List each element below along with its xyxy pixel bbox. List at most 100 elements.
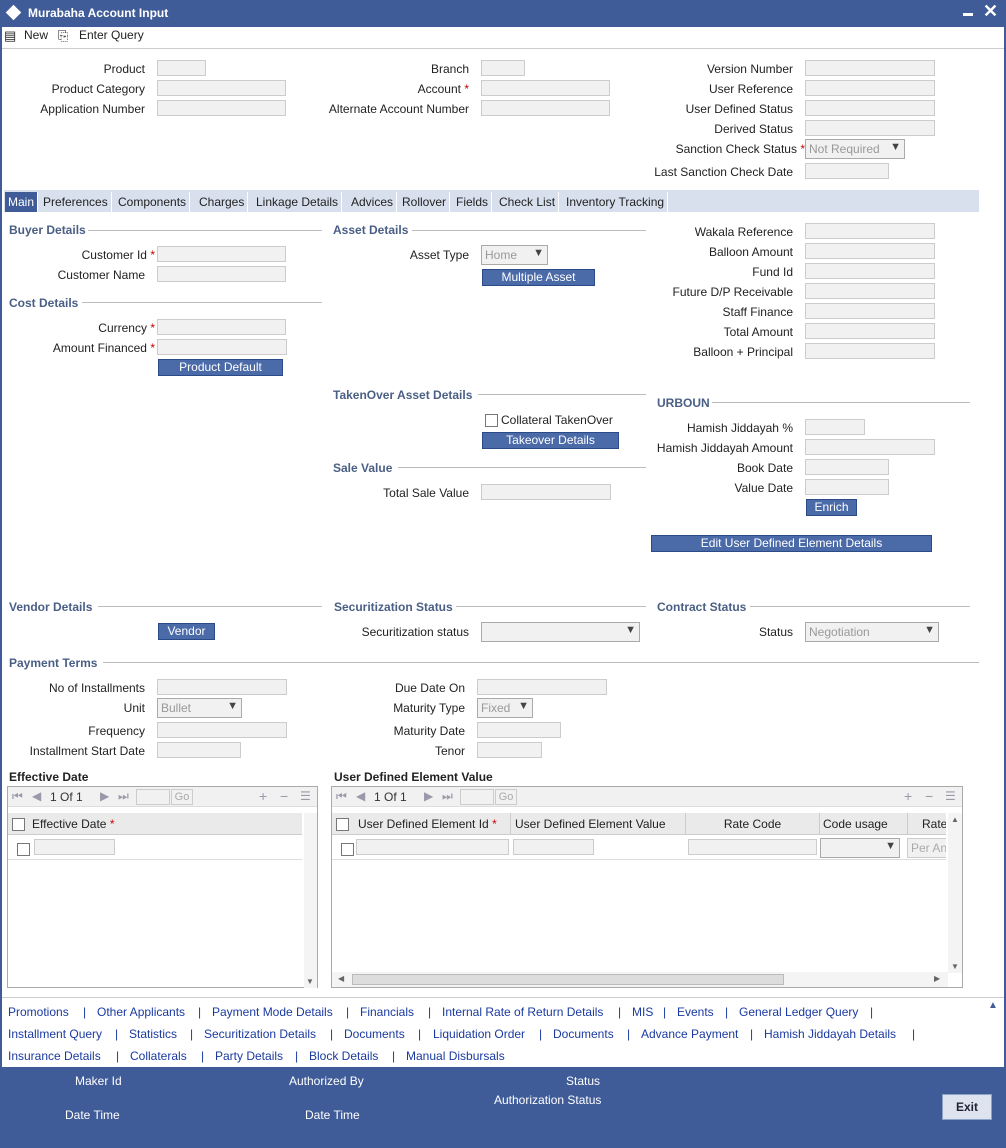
link-party-details[interactable]: Party Details [215,1049,283,1063]
frequency-input[interactable] [157,722,287,738]
next-page-icon[interactable]: ▶ [424,789,433,803]
customer-id-input[interactable] [157,246,286,262]
enter-query-icon[interactable]: ⎘ [58,28,68,44]
go-button[interactable]: Go [171,789,193,805]
link-insurance-details[interactable]: Insurance Details [8,1049,101,1063]
next-page-icon[interactable]: ▶ [100,789,109,803]
unit-select[interactable]: Bullet ▼ [157,698,242,718]
view-list-icon[interactable]: ☰ [300,789,311,803]
close-icon[interactable]: ✕ [983,1,998,21]
enrich-button[interactable]: Enrich [806,499,857,516]
maturity-date-input[interactable] [477,722,561,738]
link-irr-details[interactable]: Internal Rate of Return Details [442,1005,603,1019]
tab-rollover[interactable]: Rollover [399,192,451,212]
new-icon[interactable]: ▤ [4,28,16,44]
total-sale-value-input[interactable] [481,484,611,500]
customer-name-input[interactable] [157,266,286,282]
edit-udf-button[interactable]: Edit User Defined Element Details [651,535,932,552]
link-collaterals[interactable]: Collaterals [130,1049,187,1063]
select-all-checkbox[interactable] [336,818,349,831]
tab-check-list[interactable]: Check List [496,192,560,212]
multiple-asset-button[interactable]: Multiple Asset [482,269,595,286]
link-promotions[interactable]: Promotions [8,1005,69,1019]
asset-type-select[interactable]: Home ▼ [481,245,548,265]
currency-input[interactable] [157,319,286,335]
application-number-input[interactable] [157,100,286,116]
ude-value-cell-input[interactable] [513,839,594,855]
link-gl-query[interactable]: General Ledger Query [739,1005,858,1019]
rate-code-cell-input[interactable] [688,839,817,855]
maturity-type-select[interactable]: Fixed ▼ [477,698,533,718]
page-input[interactable] [136,789,170,805]
balloon-principal-input[interactable] [805,343,935,359]
rate-cell-input[interactable]: Per An [907,838,946,858]
product-default-button[interactable]: Product Default [158,359,283,376]
branch-input[interactable] [481,60,525,76]
link-installment-query[interactable]: Installment Query [8,1027,102,1041]
hamish-amount-input[interactable] [805,439,935,455]
ude-id-cell-input[interactable] [356,839,509,855]
last-page-icon[interactable]: ⏭ [442,789,453,804]
vertical-scrollbar[interactable]: ▼ [304,813,317,988]
vertical-scrollbar[interactable]: ▲ ▼ [948,813,962,973]
wakala-reference-input[interactable] [805,223,935,239]
balloon-amount-input[interactable] [805,243,935,259]
row-checkbox[interactable] [341,843,354,856]
exit-button[interactable]: Exit [942,1094,992,1120]
tab-charges[interactable]: Charges [196,192,249,212]
link-statistics[interactable]: Statistics [129,1027,177,1041]
account-input[interactable] [481,80,610,96]
version-number-input[interactable] [805,60,935,76]
user-reference-input[interactable] [805,80,935,96]
amount-financed-input[interactable] [157,339,287,355]
link-documents-2[interactable]: Documents [553,1027,614,1041]
staff-finance-input[interactable] [805,303,935,319]
enter-query-button[interactable]: Enter Query [79,28,144,42]
derived-status-input[interactable] [805,120,935,136]
future-dp-input[interactable] [805,283,935,299]
link-payment-mode-details[interactable]: Payment Mode Details [212,1005,333,1019]
due-date-on-input[interactable] [477,679,607,695]
vendor-button[interactable]: Vendor [158,623,215,640]
effective-date-cell-input[interactable] [34,839,115,855]
code-usage-cell-select[interactable]: ▼ [820,838,900,858]
user-defined-status-input[interactable] [805,100,935,116]
link-advance-payment[interactable]: Advance Payment [641,1027,738,1041]
horizontal-scrollbar[interactable]: ◀ ▶ [332,972,948,987]
product-category-input[interactable] [157,80,286,96]
contract-status-select[interactable]: Negotiation ▼ [805,622,939,642]
fund-id-input[interactable] [805,263,935,279]
page-input[interactable] [460,789,494,805]
row-checkbox[interactable] [17,843,30,856]
first-page-icon[interactable]: ⏮ [12,789,23,804]
link-other-applicants[interactable]: Other Applicants [97,1005,185,1019]
tab-preferences[interactable]: Preferences [40,192,112,212]
remove-row-icon[interactable]: − [925,788,933,804]
no-of-installments-input[interactable] [157,679,287,695]
view-list-icon[interactable]: ☰ [945,789,956,803]
sanction-check-status-select[interactable]: Not Required ▼ [805,139,905,159]
link-financials[interactable]: Financials [360,1005,414,1019]
add-row-icon[interactable]: + [904,788,912,804]
tab-fields[interactable]: Fields [453,192,493,212]
scroll-thumb[interactable] [352,974,784,985]
new-button[interactable]: New [24,28,48,42]
link-documents[interactable]: Documents [344,1027,405,1041]
tenor-input[interactable] [477,742,542,758]
link-block-details[interactable]: Block Details [309,1049,378,1063]
securitization-status-select[interactable]: ▼ [481,622,640,642]
last-sanction-check-date-input[interactable] [805,163,889,179]
tab-advices[interactable]: Advices [348,192,398,212]
collateral-takenover-checkbox[interactable] [485,414,498,427]
link-securitization-details[interactable]: Securitization Details [204,1027,316,1041]
takeover-details-button[interactable]: Takeover Details [482,432,619,449]
tab-inventory-tracking[interactable]: Inventory Tracking [563,192,669,212]
alternate-account-input[interactable] [481,100,610,116]
go-button[interactable]: Go [495,789,517,805]
last-page-icon[interactable]: ⏭ [118,789,129,804]
link-liquidation-order[interactable]: Liquidation Order [433,1027,525,1041]
link-hamish-jiddayah-details[interactable]: Hamish Jiddayah Details [764,1027,896,1041]
tab-main[interactable]: Main [5,192,39,212]
value-date-input[interactable] [805,479,889,495]
link-events[interactable]: Events [677,1005,714,1019]
